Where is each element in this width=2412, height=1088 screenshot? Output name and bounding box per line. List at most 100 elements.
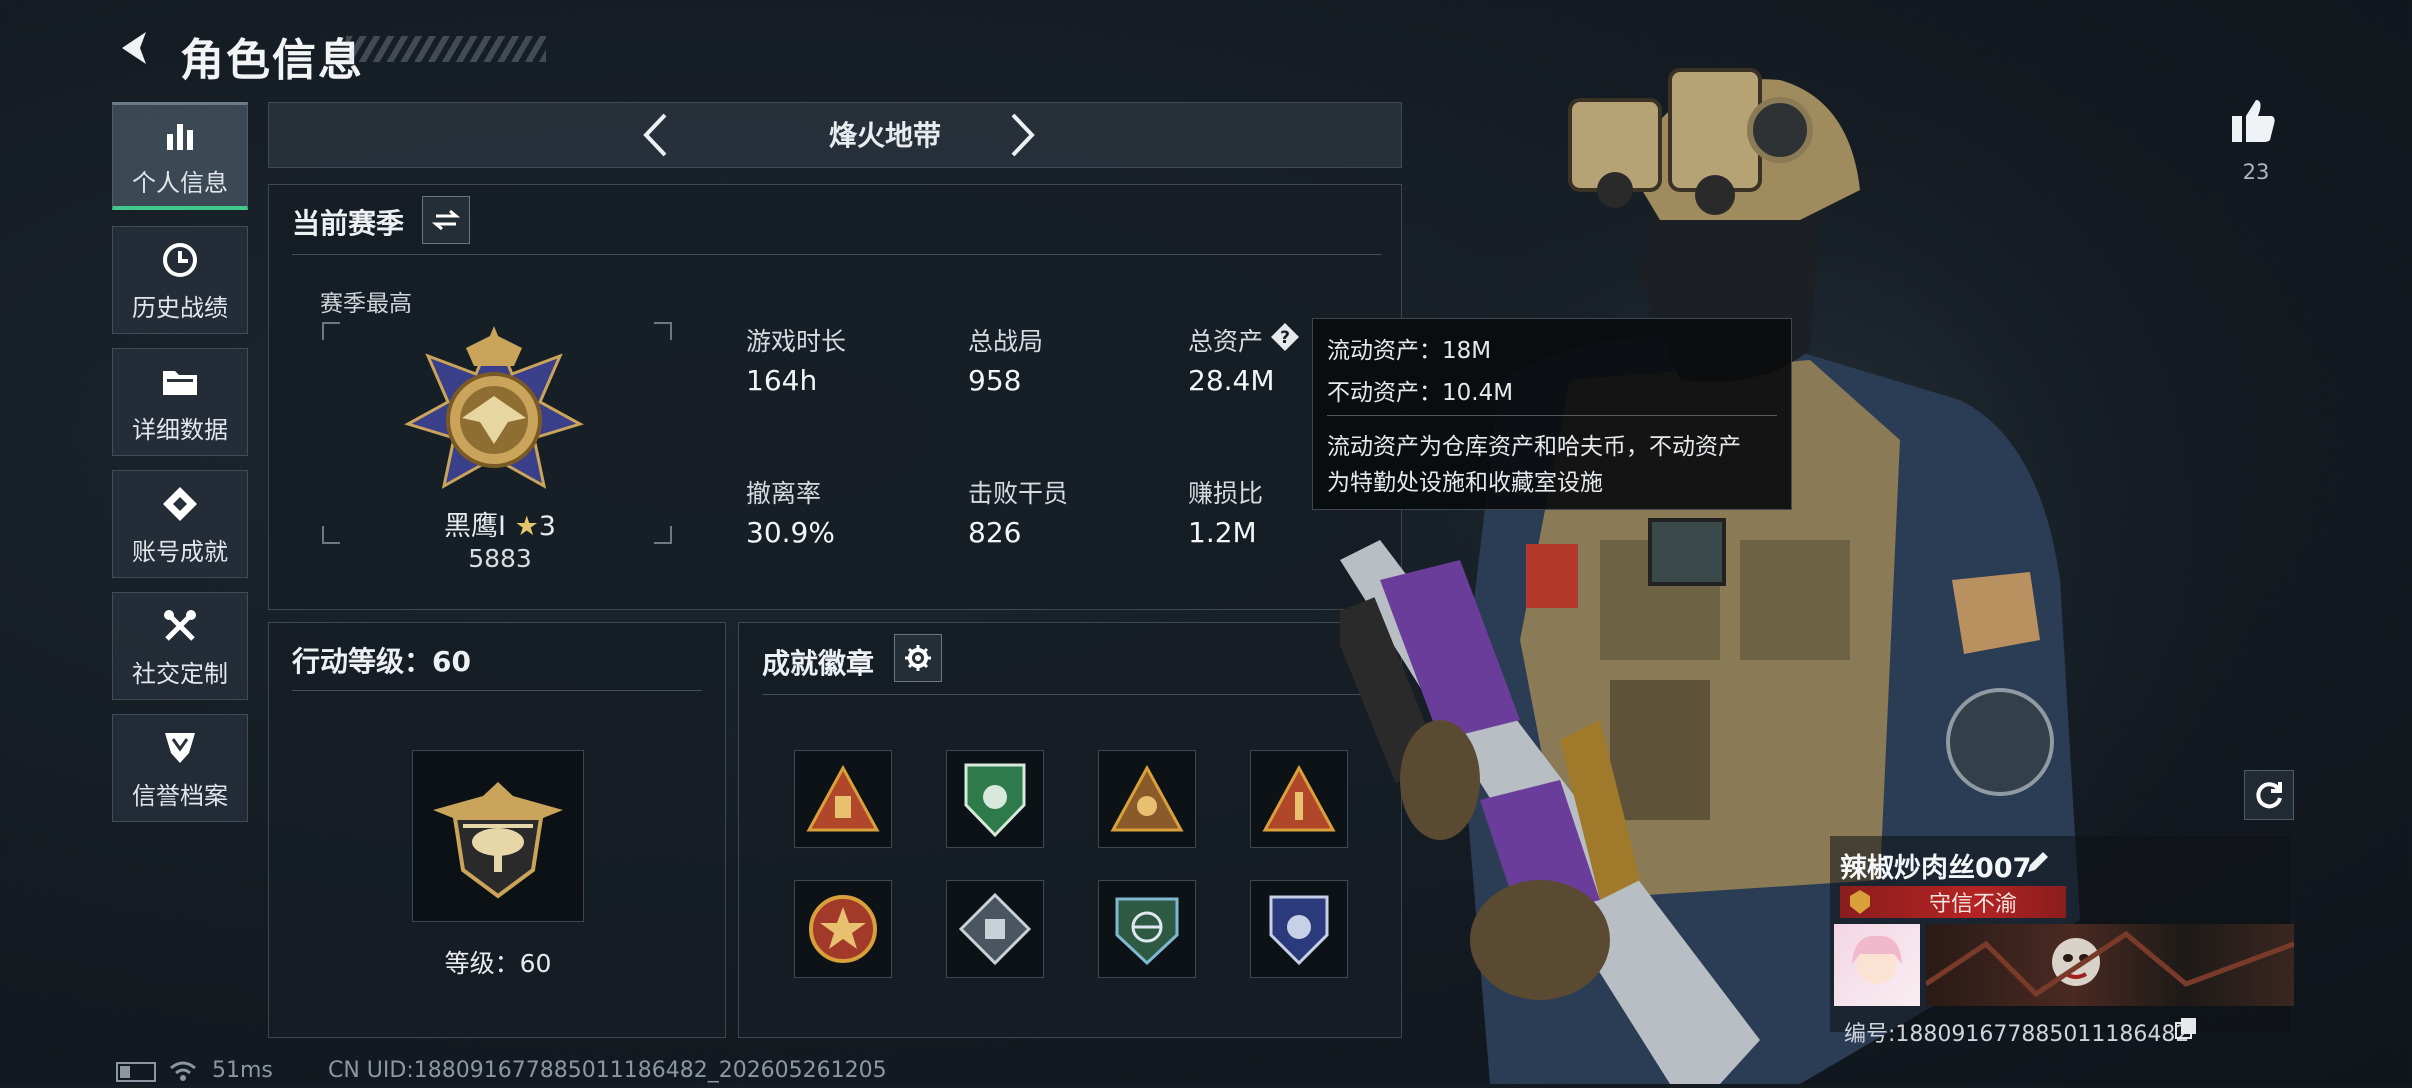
refresh-icon xyxy=(2256,782,2282,809)
season-switch-button[interactable] xyxy=(422,196,470,244)
svg-text:?: ? xyxy=(1280,328,1290,348)
network-latency: 51ms xyxy=(212,1058,273,1083)
helicopter-emblem-icon xyxy=(433,782,563,899)
green-shield-badge-icon xyxy=(964,763,1026,838)
achievement-title: 成就徽章 xyxy=(762,647,875,680)
like-count: 23 xyxy=(2242,160,2270,184)
stat-value-extraction-rate: 30.9% xyxy=(746,516,835,549)
tooltip-liquid-assets: 流动资产：18M xyxy=(1327,338,1492,364)
star-medal-icon xyxy=(809,895,877,963)
player-uid: 编号:1880916778850111864​82 xyxy=(1844,1022,2190,1047)
stat-value-total-matches: 958 xyxy=(968,364,1022,397)
sidebar-item-label: 历史战绩 xyxy=(132,293,228,322)
achievement-badge[interactable] xyxy=(1250,880,1348,978)
stat-label-profit-loss: 赚损比 xyxy=(1188,479,1264,508)
copy-uid-button[interactable] xyxy=(2174,1016,2200,1042)
stat-label-extraction-rate: 撤离率 xyxy=(746,479,822,508)
action-level-emblem-frame xyxy=(412,750,584,922)
action-level-title: 行动等级：60 xyxy=(292,645,471,678)
star-icon: ★ xyxy=(514,511,539,542)
rank-emblem-icon xyxy=(404,326,584,510)
rank-score: 5883 xyxy=(468,544,532,573)
assets-help-icon[interactable]: ? xyxy=(1270,322,1300,352)
stat-value-kills: 826 xyxy=(968,516,1022,549)
stat-value-total-assets: 28.4M xyxy=(1188,364,1275,397)
badge-settings-button[interactable] xyxy=(894,634,942,682)
player-name: 辣椒炒肉丝007 xyxy=(1840,853,2032,884)
chevron-right-icon xyxy=(1011,113,1035,157)
footer-uid: CN UID:1880916778850111864​82_2026052612… xyxy=(328,1058,887,1083)
sidebar-item-history[interactable]: 历史战绩 xyxy=(112,226,248,334)
sidebar-item-label: 账号成就 xyxy=(132,537,228,566)
assets-tooltip: 流动资产：18M 不动资产：10.4M 流动资产为仓库资产和哈夫币，不动资产 为… xyxy=(1312,318,1792,510)
season-title: 当前赛季 xyxy=(292,207,405,240)
chevron-left-icon xyxy=(643,113,667,157)
achievement-badge[interactable] xyxy=(946,750,1044,848)
divider xyxy=(292,254,1382,255)
player-title-text: 守信不渝 xyxy=(1928,892,2017,917)
title-decoration xyxy=(346,36,546,62)
achievement-diamond-icon xyxy=(161,482,199,526)
swap-arrows-icon xyxy=(432,209,460,231)
rank-name: 黑鹰Ⅰ xyxy=(444,511,506,542)
sidebar-item-detailed-data[interactable]: 详细数据 xyxy=(112,348,248,456)
pencil-icon xyxy=(2028,852,2048,872)
achievement-badge[interactable] xyxy=(1098,750,1196,848)
stat-value-playtime: 164h xyxy=(746,364,818,397)
player-avatar[interactable] xyxy=(1834,924,1920,1006)
next-mode-button[interactable] xyxy=(996,108,1050,162)
rank-stars: 3 xyxy=(538,511,556,542)
achievement-badge[interactable] xyxy=(794,750,892,848)
player-banner-image[interactable] xyxy=(1926,924,2294,1006)
title-emblem-icon xyxy=(1840,888,1880,916)
stat-value-profit-loss: 1.2M xyxy=(1188,516,1257,549)
edit-name-button[interactable] xyxy=(2024,848,2054,878)
sidebar-item-account-achievements[interactable]: 账号成就 xyxy=(112,470,248,578)
gear-icon xyxy=(905,645,931,671)
sidebar-item-social-custom[interactable]: 社交定制 xyxy=(112,592,248,700)
sidebar-item-label: 详细数据 xyxy=(132,415,228,444)
season-best-label: 赛季最高 xyxy=(320,291,412,317)
globe-shield-badge-icon xyxy=(1115,897,1179,966)
achievement-badge[interactable] xyxy=(1098,880,1196,978)
sidebar-item-label: 个人信息 xyxy=(132,169,228,197)
page-title: 角色信息 xyxy=(180,35,364,86)
tooltip-fixed-assets: 不动资产：10.4M xyxy=(1327,380,1514,406)
sidebar-item-credit-record[interactable]: 信誉档案 xyxy=(112,714,248,822)
achievement-badge[interactable] xyxy=(794,880,892,978)
sidebar-item-label: 社交定制 xyxy=(132,659,228,688)
rank-name-line: 黑鹰Ⅰ ★3 xyxy=(430,504,570,543)
copy-icon xyxy=(2175,1018,2196,1039)
tooltip-description-line1: 流动资产为仓库资产和哈夫币，不动资产 xyxy=(1327,434,1741,460)
divider xyxy=(1327,415,1777,416)
triangle-badge-icon xyxy=(1110,764,1184,832)
divider xyxy=(292,690,702,691)
tooltip-description-line2: 为特勤处设施和收藏室设施 xyxy=(1327,470,1603,496)
triangle-badge-icon xyxy=(1262,764,1336,832)
history-clock-icon xyxy=(161,238,199,282)
triangle-badge-icon xyxy=(806,764,880,832)
action-level-value: 等级：60 xyxy=(444,949,552,978)
folder-icon xyxy=(161,360,199,404)
prev-mode-button[interactable] xyxy=(628,108,682,162)
sidebar-item-label: 信誉档案 xyxy=(132,781,228,810)
back-button[interactable] xyxy=(108,20,164,76)
shield-badge-icon xyxy=(161,726,199,770)
stat-label-playtime: 游戏时长 xyxy=(746,327,847,356)
achievement-badge[interactable] xyxy=(1250,750,1348,848)
sidebar-item-personal-info[interactable]: 个人信息 xyxy=(112,102,248,210)
blue-shield-badge-icon xyxy=(1269,895,1329,966)
refresh-character-button[interactable] xyxy=(2244,770,2294,820)
diamond-badge-icon xyxy=(958,892,1032,966)
tools-icon xyxy=(161,604,199,648)
like-button[interactable] xyxy=(2228,96,2284,152)
bar-chart-icon xyxy=(163,113,197,157)
stat-label-total-assets: 总资产 xyxy=(1188,327,1264,356)
divider xyxy=(762,694,1378,695)
stat-label-kills: 击败干员 xyxy=(968,479,1069,508)
thumbs-up-icon xyxy=(2232,100,2275,142)
wifi-icon xyxy=(168,1058,198,1086)
player-title-badge[interactable]: 守信不渝 xyxy=(1840,886,2066,918)
battery-icon xyxy=(116,1062,156,1082)
achievement-badge[interactable] xyxy=(946,880,1044,978)
